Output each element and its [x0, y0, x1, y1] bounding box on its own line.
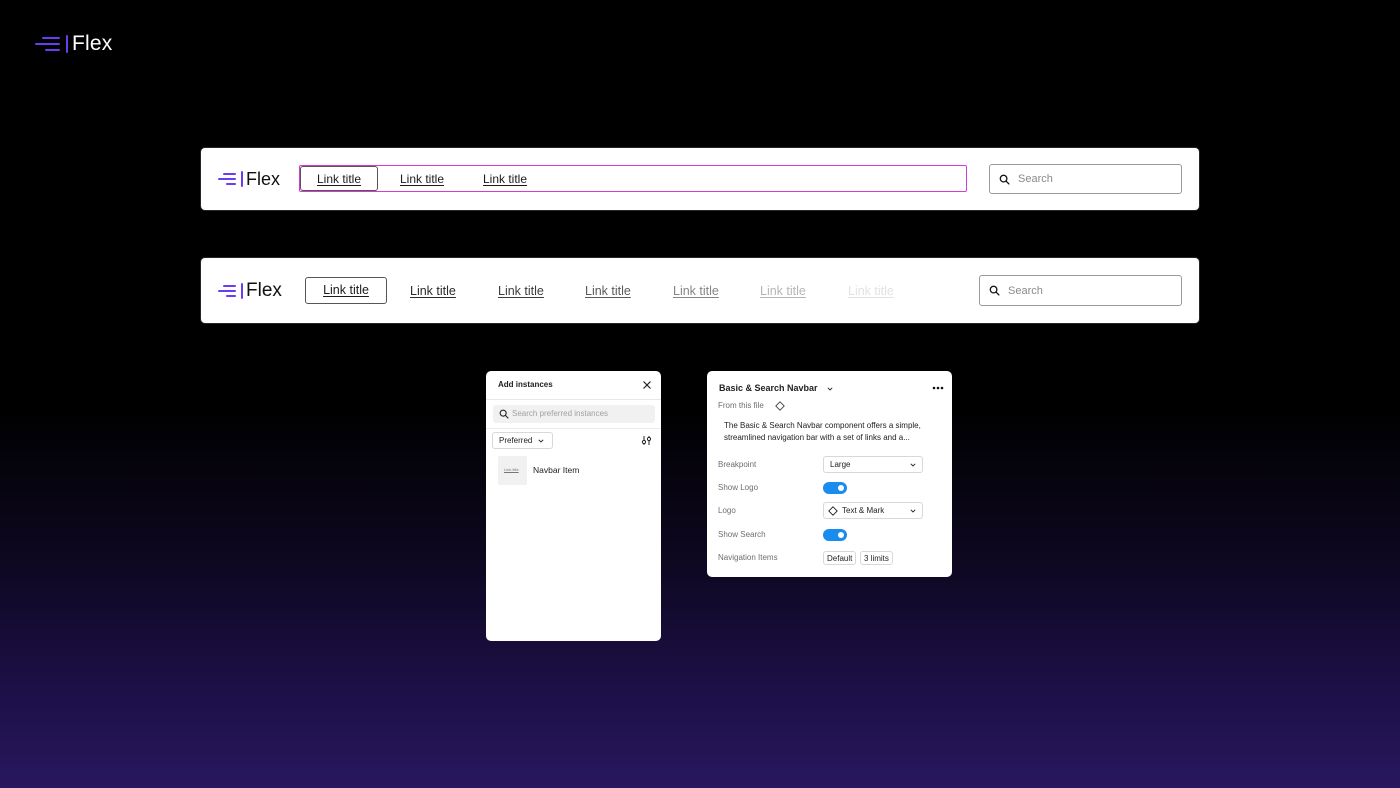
instances-search-input[interactable]: Search preferred instances: [493, 405, 655, 423]
component-diamond-icon: [775, 401, 785, 411]
chevron-down-icon: [538, 438, 544, 443]
show-search-toggle[interactable]: [823, 529, 847, 541]
thumbnail-text: Link title: [504, 467, 519, 472]
show-logo-toggle[interactable]: [823, 482, 847, 494]
logo-mark-icon: [35, 36, 60, 52]
nav-link-2[interactable]: Link title: [400, 173, 444, 185]
brand-logo: Flex: [35, 32, 113, 55]
search-icon: [989, 285, 1000, 296]
search-icon: [999, 174, 1010, 185]
logo-divider: [66, 35, 68, 53]
search-input[interactable]: Search: [979, 275, 1182, 306]
logo-divider: [241, 171, 243, 187]
source-label: From this file: [718, 401, 764, 410]
nav-link-1[interactable]: Link title: [300, 166, 378, 191]
nav-link-3[interactable]: Link title: [498, 285, 544, 298]
logo-dropdown[interactable]: Text & Mark: [823, 502, 923, 519]
nav-link-5[interactable]: Link title: [673, 285, 719, 298]
nav-link-4[interactable]: Link title: [585, 285, 631, 298]
preferred-filter-dropdown[interactable]: Preferred: [492, 432, 553, 449]
brand-name: Flex: [246, 280, 282, 301]
logo-divider: [241, 283, 243, 299]
logo-mark-icon: [218, 172, 236, 186]
navigation-items-limit-value: 3 limits: [864, 553, 889, 563]
more-options-icon[interactable]: [932, 386, 944, 390]
filter-label: Preferred: [499, 436, 533, 445]
brand-name: Flex: [72, 32, 113, 55]
chevron-down-icon[interactable]: [827, 387, 833, 391]
navigation-items-label: Navigation Items: [718, 553, 778, 562]
nav-link-6[interactable]: Link title: [760, 285, 806, 298]
navbar-logo[interactable]: Flex: [218, 169, 280, 189]
settings-sliders-icon[interactable]: [641, 435, 652, 446]
description-line-1: The Basic & Search Navbar component offe…: [724, 421, 921, 430]
breakpoint-value: Large: [830, 460, 851, 469]
divider: [486, 399, 661, 400]
component-title[interactable]: Basic & Search Navbar: [719, 384, 818, 393]
component-properties-panel: Basic & Search Navbar From this file The…: [707, 371, 952, 577]
navbar-compact: Flex Link title Link title Link title Se…: [201, 148, 1199, 210]
breakpoint-dropdown[interactable]: Large: [823, 456, 923, 473]
instance-item-label[interactable]: Navbar Item: [533, 466, 579, 475]
nav-link-2[interactable]: Link title: [410, 285, 456, 298]
logo-value: Text & Mark: [842, 506, 885, 515]
search-input[interactable]: Search: [989, 164, 1182, 194]
component-diamond-icon: [828, 505, 838, 516]
add-instances-panel: Add instances Search preferred instances…: [486, 371, 661, 641]
navigation-items-value: Default: [827, 553, 853, 563]
show-search-label: Show Search: [718, 530, 766, 539]
nav-link-3[interactable]: Link title: [483, 173, 527, 185]
search-placeholder: Search preferred instances: [512, 409, 609, 418]
show-logo-label: Show Logo: [718, 483, 759, 492]
close-icon[interactable]: [642, 380, 652, 390]
breakpoint-label: Breakpoint: [718, 460, 757, 469]
description-line-2: streamlined navigation bar with a set of…: [724, 433, 910, 442]
panel-title: Add instances: [498, 380, 553, 389]
logo-mark-icon: [218, 284, 236, 298]
logo-label: Logo: [718, 506, 736, 515]
nav-link-1[interactable]: Link title: [305, 277, 387, 304]
search-icon: [499, 409, 509, 419]
instance-thumbnail[interactable]: Link title: [498, 456, 527, 485]
navbar-wide: Flex Link title Link title Link title Li…: [201, 258, 1199, 323]
navigation-items-variant[interactable]: Default: [823, 551, 857, 565]
nav-link-7[interactable]: Link title: [848, 285, 894, 298]
brand-name: Flex: [246, 168, 281, 189]
divider: [486, 428, 661, 429]
navbar-logo[interactable]: Flex: [218, 280, 282, 301]
search-placeholder: Search: [1018, 173, 1053, 185]
search-placeholder: Search: [1008, 284, 1043, 297]
navigation-items-limit[interactable]: 3 limits: [860, 551, 893, 565]
chevron-down-icon: [910, 509, 916, 513]
chevron-down-icon: [910, 463, 916, 467]
